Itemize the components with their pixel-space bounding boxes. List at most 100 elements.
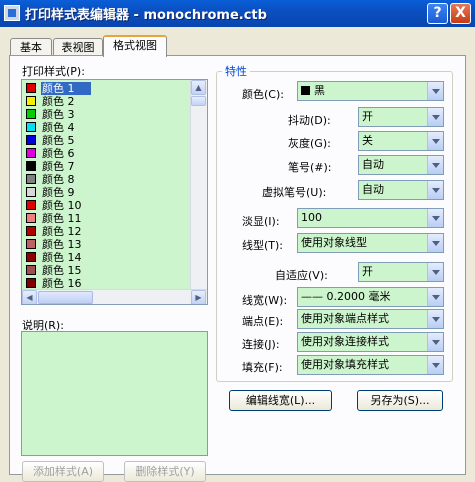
description-textarea[interactable] <box>21 331 208 456</box>
list-item[interactable]: 颜色 5 <box>22 134 190 147</box>
edit-lineweights-button[interactable]: 编辑线宽(L)... <box>229 390 332 411</box>
vertical-scrollbar[interactable]: ▲ <box>190 80 207 289</box>
color-select[interactable]: 黑 <box>297 81 444 101</box>
lineweight-select[interactable]: —— 0.2000 毫米 <box>297 287 444 307</box>
list-item[interactable]: 颜色 8 <box>22 173 190 186</box>
list-item[interactable]: 颜色 10 <box>22 199 190 212</box>
color-swatch <box>26 148 36 158</box>
line-join-value: 使用对象连接样式 <box>301 335 389 348</box>
list-item-label: 颜色 12 <box>42 225 82 238</box>
list-item-label: 颜色 10 <box>42 199 82 212</box>
list-item[interactable]: 颜色 1 <box>22 82 190 95</box>
line-join-select[interactable]: 使用对象连接样式 <box>297 332 444 352</box>
list-item[interactable]: 颜色 11 <box>22 212 190 225</box>
linetype-select[interactable]: 使用对象线型 <box>297 233 444 253</box>
color-swatch <box>26 174 36 184</box>
list-item[interactable]: 颜色 15 <box>22 264 190 277</box>
list-item[interactable]: 颜色 13 <box>22 238 190 251</box>
tab-general[interactable]: 基本 <box>10 38 52 56</box>
chevron-down-icon[interactable] <box>427 288 443 306</box>
list-item[interactable]: 颜色 14 <box>22 251 190 264</box>
scroll-right-icon[interactable]: ▶ <box>191 290 206 304</box>
lineweight-label: 线宽(W): <box>242 294 288 307</box>
list-item[interactable]: 颜色 4 <box>22 121 190 134</box>
screening-input[interactable]: 100 <box>297 208 444 228</box>
color-swatch <box>26 96 36 106</box>
plot-styles-label: 打印样式(P): <box>22 65 85 78</box>
list-item-label: 颜色 14 <box>42 251 82 264</box>
chevron-down-icon[interactable] <box>427 82 443 100</box>
spinner-icon[interactable] <box>427 209 443 227</box>
color-swatch <box>26 109 36 119</box>
line-end-value: 使用对象端点样式 <box>301 312 389 325</box>
list-item-label: 颜色 9 <box>42 186 75 199</box>
dither-select[interactable]: 开 <box>358 107 444 127</box>
color-swatch <box>26 239 36 249</box>
spinner-icon[interactable] <box>427 156 443 174</box>
list-item[interactable]: 颜色 3 <box>22 108 190 121</box>
properties-group-title: 特性 <box>222 63 250 79</box>
app-icon <box>4 5 20 21</box>
list-item[interactable]: 颜色 12 <box>22 225 190 238</box>
horizontal-scrollbar[interactable]: ◀ ▶ <box>22 289 207 304</box>
help-button[interactable]: ? <box>427 3 448 24</box>
title-bar[interactable]: 打印样式表编辑器 - monochrome.ctb ? X <box>0 0 475 27</box>
list-item-label: 颜色 4 <box>42 121 75 134</box>
dither-label: 抖动(D): <box>288 114 331 127</box>
line-end-label: 端点(E): <box>242 315 284 328</box>
color-swatch <box>26 200 36 210</box>
line-join-label: 连接(J): <box>242 338 280 351</box>
scroll-up-icon[interactable]: ▲ <box>191 80 206 95</box>
screening-value: 100 <box>301 211 322 224</box>
virtual-pen-value: 自动 <box>362 183 384 196</box>
color-swatch <box>26 213 36 223</box>
list-item[interactable]: 颜色 2 <box>22 95 190 108</box>
linetype-label: 线型(T): <box>242 239 284 252</box>
list-item-label: 颜色 15 <box>42 264 82 277</box>
color-swatch <box>26 122 36 132</box>
chevron-down-icon[interactable] <box>427 234 443 252</box>
color-swatch <box>26 161 36 171</box>
adaptive-select[interactable]: 开 <box>358 262 444 282</box>
window-title: 打印样式表编辑器 - monochrome.ctb <box>25 8 267 23</box>
chevron-down-icon[interactable] <box>427 108 443 126</box>
grayscale-label: 灰度(G): <box>288 137 331 150</box>
chevron-down-icon[interactable] <box>427 310 443 328</box>
list-item-label: 颜色 8 <box>42 173 75 186</box>
spinner-icon[interactable] <box>427 181 443 199</box>
color-swatch <box>26 252 36 262</box>
line-end-select[interactable]: 使用对象端点样式 <box>297 309 444 329</box>
fill-select[interactable]: 使用对象填充样式 <box>297 355 444 375</box>
chevron-down-icon[interactable] <box>427 263 443 281</box>
pen-value: 自动 <box>362 158 384 171</box>
color-swatch <box>26 265 36 275</box>
screening-label: 淡显(I): <box>242 215 280 228</box>
virtual-pen-input[interactable]: 自动 <box>358 180 444 200</box>
save-as-button[interactable]: 另存为(S)... <box>357 390 443 411</box>
list-item-label: 颜色 13 <box>42 238 82 251</box>
list-item-label: 颜色 3 <box>42 108 75 121</box>
chevron-down-icon[interactable] <box>427 356 443 374</box>
color-swatch <box>26 135 36 145</box>
scroll-thumb[interactable] <box>38 291 93 304</box>
plot-styles-list[interactable]: 颜色 1 颜色 2 颜色 3 颜色 4 颜色 5 颜色 6 颜色 7 颜色 8 … <box>21 79 208 305</box>
scroll-left-icon[interactable]: ◀ <box>22 290 37 304</box>
pen-number-input[interactable]: 自动 <box>358 155 444 175</box>
list-item[interactable]: 颜色 6 <box>22 147 190 160</box>
lineweight-value: —— 0.2000 毫米 <box>301 290 391 303</box>
linetype-value: 使用对象线型 <box>301 236 367 249</box>
chevron-down-icon[interactable] <box>427 333 443 351</box>
color-value: 黑 <box>314 84 325 97</box>
list-item[interactable]: 颜色 7 <box>22 160 190 173</box>
chevron-down-icon[interactable] <box>427 132 443 150</box>
list-item[interactable]: 颜色 9 <box>22 186 190 199</box>
grayscale-select[interactable]: 关 <box>358 131 444 151</box>
grayscale-value: 关 <box>362 134 373 147</box>
scroll-thumb[interactable] <box>191 96 206 106</box>
list-item-label: 颜色 2 <box>42 95 75 108</box>
list-item-label: 颜色 11 <box>42 212 82 225</box>
close-button[interactable]: X <box>450 3 471 24</box>
tab-form-view[interactable]: 格式视图 <box>103 35 167 57</box>
tab-table-view[interactable]: 表视图 <box>53 38 103 56</box>
virtual-pen-label: 虚拟笔号(U): <box>262 186 327 199</box>
